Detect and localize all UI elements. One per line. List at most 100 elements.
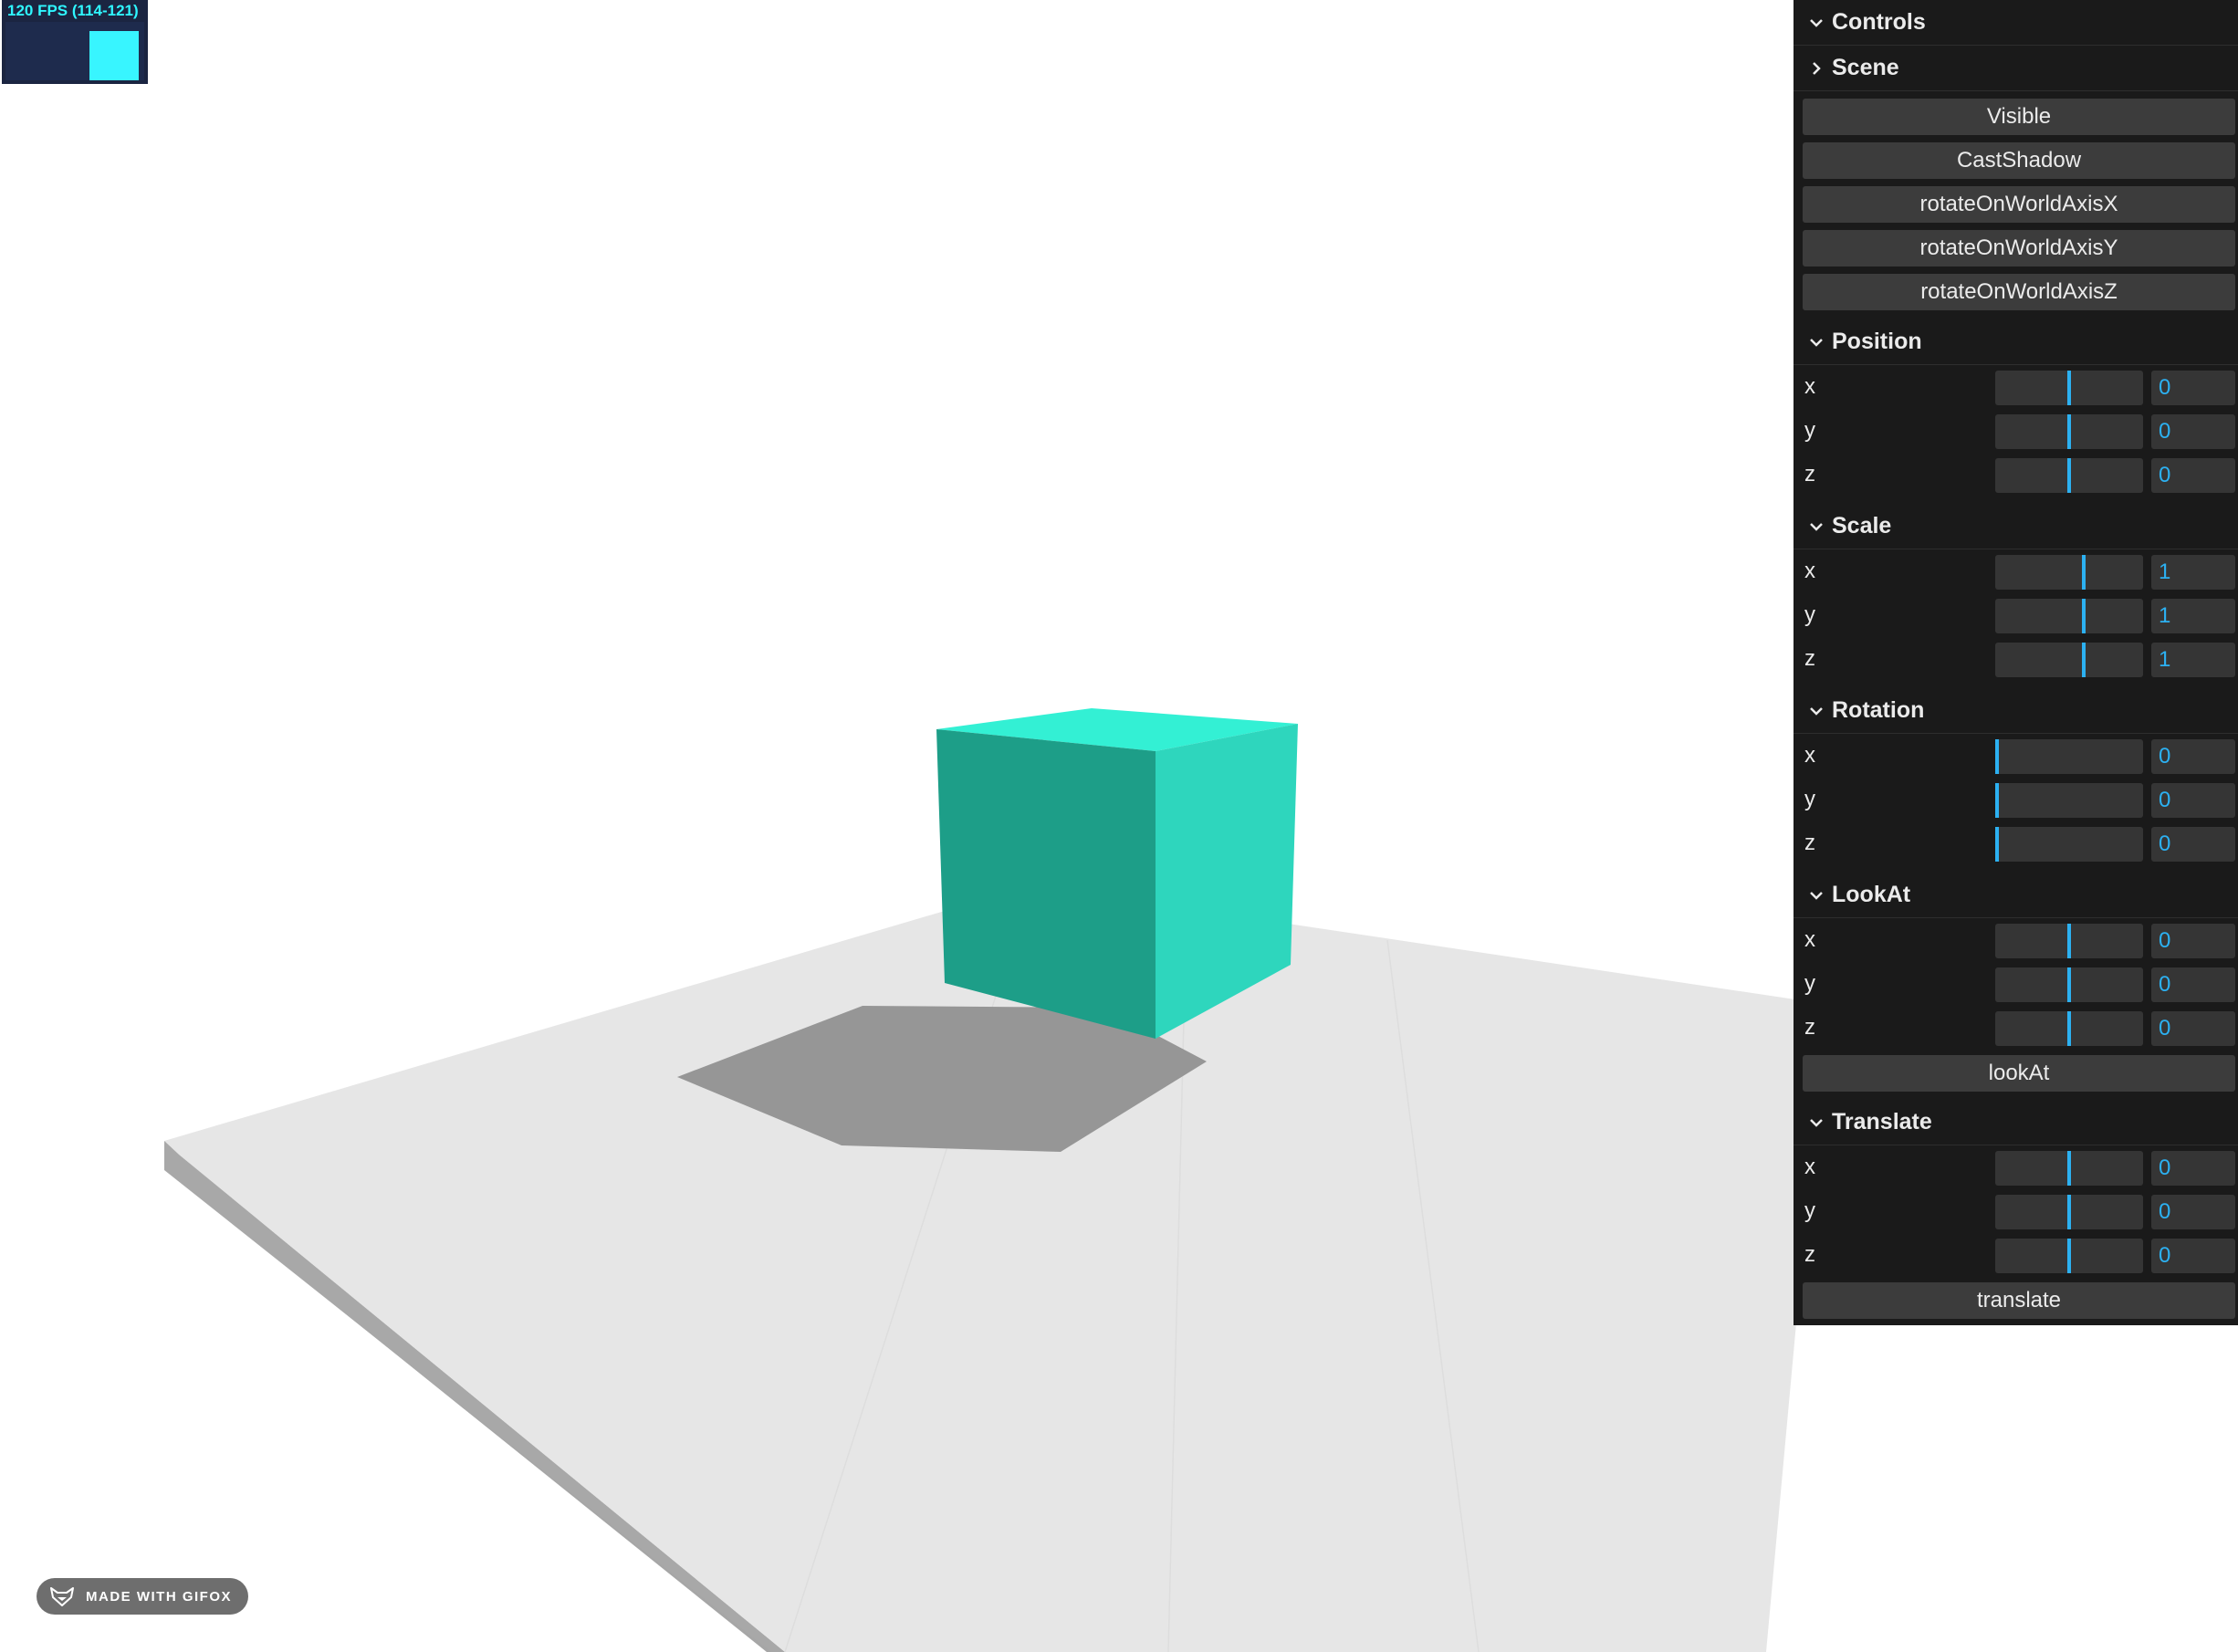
position-y-control: y 0 bbox=[1794, 413, 2238, 453]
slider-thumb[interactable] bbox=[2067, 458, 2071, 493]
rotation-y-input[interactable]: 0 bbox=[2151, 783, 2235, 818]
position-z-slider[interactable] bbox=[1995, 458, 2143, 493]
position-x-input[interactable]: 0 bbox=[2151, 371, 2235, 405]
translate-y-control: y 0 bbox=[1794, 1193, 2238, 1233]
position-x-control: x 0 bbox=[1794, 369, 2238, 409]
chevron-down-icon bbox=[1801, 338, 1832, 347]
slider-thumb[interactable] bbox=[1995, 739, 1999, 774]
scale-folder-title: Scale bbox=[1832, 513, 1892, 538]
chevron-down-icon bbox=[1801, 522, 1832, 531]
scene-folder-header[interactable]: Scene bbox=[1794, 46, 2238, 91]
position-folder-header[interactable]: Position bbox=[1794, 319, 2238, 365]
lookat-folder-header[interactable]: LookAt bbox=[1794, 873, 2238, 918]
lookat-button[interactable]: lookAt bbox=[1803, 1055, 2235, 1092]
translate-x-label: x bbox=[1804, 1155, 1815, 1179]
slider-thumb[interactable] bbox=[1995, 783, 1999, 818]
translate-x-slider[interactable] bbox=[1995, 1151, 2143, 1186]
rotation-folder-header[interactable]: Rotation bbox=[1794, 688, 2238, 734]
translate-y-input[interactable]: 0 bbox=[2151, 1195, 2235, 1229]
rotation-y-slider[interactable] bbox=[1995, 783, 2143, 818]
controls-title: Controls bbox=[1832, 9, 1926, 35]
rotation-y-control: y 0 bbox=[1794, 781, 2238, 821]
lookat-y-input[interactable]: 0 bbox=[2151, 967, 2235, 1002]
rotation-x-control: x 0 bbox=[1794, 737, 2238, 778]
slider-thumb[interactable] bbox=[2067, 1195, 2071, 1229]
scale-z-control: z 1 bbox=[1794, 641, 2238, 681]
slider-thumb[interactable] bbox=[2067, 1151, 2071, 1186]
lookat-z-label: z bbox=[1804, 1015, 1815, 1040]
scale-y-slider[interactable] bbox=[1995, 599, 2143, 633]
slider-thumb[interactable] bbox=[2067, 1239, 2071, 1273]
lookat-z-input[interactable]: 0 bbox=[2151, 1011, 2235, 1046]
rotation-z-label: z bbox=[1804, 831, 1815, 855]
slider-thumb[interactable] bbox=[2067, 371, 2071, 405]
rotation-folder-title: Rotation bbox=[1832, 697, 1925, 723]
position-z-input[interactable]: 0 bbox=[2151, 458, 2235, 493]
lookat-x-input[interactable]: 0 bbox=[2151, 924, 2235, 958]
cast-shadow-button[interactable]: CastShadow bbox=[1803, 142, 2235, 179]
position-folder-title: Position bbox=[1832, 329, 1922, 354]
rotation-x-slider[interactable] bbox=[1995, 739, 2143, 774]
scale-x-input[interactable]: 1 bbox=[2151, 555, 2235, 590]
position-x-slider[interactable] bbox=[1995, 371, 2143, 405]
rotate-world-axis-z-button[interactable]: rotateOnWorldAxisZ bbox=[1803, 274, 2235, 310]
rotation-x-input[interactable]: 0 bbox=[2151, 739, 2235, 774]
scale-z-input[interactable]: 1 bbox=[2151, 643, 2235, 677]
slider-thumb[interactable] bbox=[2067, 967, 2071, 1002]
translate-y-label: y bbox=[1804, 1198, 1815, 1223]
slider-thumb[interactable] bbox=[1995, 827, 1999, 862]
lookat-x-label: x bbox=[1804, 927, 1815, 952]
translate-x-input[interactable]: 0 bbox=[2151, 1151, 2235, 1186]
slider-thumb[interactable] bbox=[2082, 555, 2086, 590]
scale-z-label: z bbox=[1804, 646, 1815, 671]
scale-folder-header[interactable]: Scale bbox=[1794, 504, 2238, 549]
position-x-label: x bbox=[1804, 374, 1815, 399]
slider-thumb[interactable] bbox=[2067, 924, 2071, 958]
fps-stats-panel[interactable]: 120 FPS (114-121) bbox=[2, 0, 148, 84]
fps-label: 120 FPS (114-121) bbox=[7, 2, 139, 19]
position-z-label: z bbox=[1804, 462, 1815, 486]
slider-thumb[interactable] bbox=[2067, 1011, 2071, 1046]
visible-button[interactable]: Visible bbox=[1803, 99, 2235, 135]
fps-graph-bar bbox=[89, 31, 139, 80]
rotate-world-axis-y-button[interactable]: rotateOnWorldAxisY bbox=[1803, 230, 2235, 267]
lookat-folder-title: LookAt bbox=[1832, 882, 1911, 907]
translate-folder-header[interactable]: Translate bbox=[1794, 1100, 2238, 1145]
rotation-z-slider[interactable] bbox=[1995, 827, 2143, 862]
position-z-control: z 0 bbox=[1794, 456, 2238, 497]
slider-thumb[interactable] bbox=[2067, 414, 2071, 449]
scale-x-control: x 1 bbox=[1794, 553, 2238, 593]
scale-y-input[interactable]: 1 bbox=[2151, 599, 2235, 633]
translate-z-slider[interactable] bbox=[1995, 1239, 2143, 1273]
lookat-y-control: y 0 bbox=[1794, 966, 2238, 1006]
scale-x-slider[interactable] bbox=[1995, 555, 2143, 590]
translate-folder-title: Translate bbox=[1832, 1109, 1932, 1134]
lookat-z-control: z 0 bbox=[1794, 1009, 2238, 1050]
slider-thumb[interactable] bbox=[2082, 599, 2086, 633]
scale-y-control: y 1 bbox=[1794, 597, 2238, 637]
chevron-down-icon bbox=[1801, 1118, 1832, 1127]
scale-z-slider[interactable] bbox=[1995, 643, 2143, 677]
lookat-y-slider[interactable] bbox=[1995, 967, 2143, 1002]
rotation-z-input[interactable]: 0 bbox=[2151, 827, 2235, 862]
lookat-z-slider[interactable] bbox=[1995, 1011, 2143, 1046]
controls-header[interactable]: Controls bbox=[1794, 0, 2238, 46]
translate-z-input[interactable]: 0 bbox=[2151, 1239, 2235, 1273]
rotate-world-axis-x-button[interactable]: rotateOnWorldAxisX bbox=[1803, 186, 2235, 223]
position-y-slider[interactable] bbox=[1995, 414, 2143, 449]
gifox-badge: MADE WITH GIFOX bbox=[37, 1578, 248, 1615]
lookat-x-slider[interactable] bbox=[1995, 924, 2143, 958]
lookat-x-control: x 0 bbox=[1794, 922, 2238, 962]
chevron-down-icon bbox=[1801, 706, 1832, 716]
rotation-y-label: y bbox=[1804, 787, 1815, 811]
slider-thumb[interactable] bbox=[2082, 643, 2086, 677]
rotation-z-control: z 0 bbox=[1794, 825, 2238, 865]
chevron-down-icon bbox=[1801, 18, 1832, 27]
translate-button[interactable]: translate bbox=[1803, 1282, 2235, 1319]
position-y-input[interactable]: 0 bbox=[2151, 414, 2235, 449]
chevron-right-icon bbox=[1801, 61, 1832, 76]
rotation-x-label: x bbox=[1804, 743, 1815, 768]
lookat-y-label: y bbox=[1804, 971, 1815, 996]
translate-y-slider[interactable] bbox=[1995, 1195, 2143, 1229]
scene-folder-title: Scene bbox=[1832, 55, 1899, 80]
